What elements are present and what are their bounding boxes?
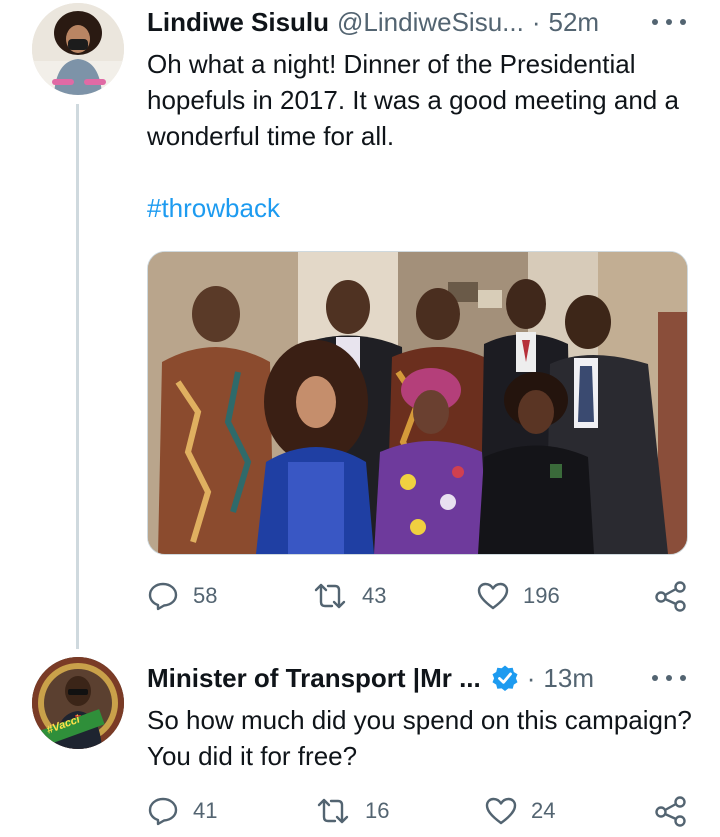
reply-icon xyxy=(148,582,178,611)
like-count: 24 xyxy=(531,798,556,823)
tweet-text: So how much did you spend on this campai… xyxy=(147,705,692,771)
hashtag-link[interactable]: #throwback xyxy=(147,193,280,224)
retweet-count: 16 xyxy=(365,798,390,823)
reply-count: 58 xyxy=(193,583,218,608)
tweet-timestamp[interactable]: 13m xyxy=(543,663,594,694)
tweet-text: Oh what a night! Dinner of the President… xyxy=(147,49,679,151)
share-button[interactable] xyxy=(654,580,688,612)
reply-count: 41 xyxy=(193,798,218,823)
heart-icon xyxy=(477,582,509,610)
profile-photo xyxy=(32,657,124,749)
profile-photo xyxy=(32,3,124,95)
tweet-timestamp[interactable]: 52m xyxy=(549,7,600,38)
reply-button[interactable]: 58 xyxy=(147,580,217,612)
separator-dot: · xyxy=(526,662,536,693)
like-button[interactable]: 196 xyxy=(477,580,560,612)
tweet-header: Minister of Transport |Mr ... · 13m xyxy=(147,660,594,696)
verified-badge-icon xyxy=(492,665,518,691)
tweet-1[interactable]: Lindiwe Sisulu @LindiweSisu... · 52m Oh … xyxy=(0,0,720,650)
retweet-button[interactable]: 43 xyxy=(312,580,386,612)
group-photo-image xyxy=(148,252,687,554)
tweet-actions: 58 43 196 xyxy=(147,580,692,614)
retweet-icon xyxy=(317,798,349,824)
heart-icon xyxy=(485,797,517,825)
more-options-icon[interactable] xyxy=(652,17,686,27)
tweet-photo[interactable] xyxy=(147,251,688,555)
retweet-icon xyxy=(314,583,346,609)
tweet-actions: 41 16 24 xyxy=(147,795,692,829)
author-display-name[interactable]: Lindiwe Sisulu xyxy=(147,7,329,38)
share-icon xyxy=(655,581,686,612)
avatar[interactable] xyxy=(32,3,124,95)
retweet-count: 43 xyxy=(362,583,387,608)
reply-icon xyxy=(148,797,178,826)
like-button[interactable]: 24 xyxy=(485,795,555,827)
more-options-icon[interactable] xyxy=(652,673,686,683)
tweet-2[interactable]: #Vacci Minister of Transport |Mr ... · 1… xyxy=(0,650,720,837)
author-handle[interactable]: @LindiweSisu... xyxy=(337,7,524,38)
reply-button[interactable]: 41 xyxy=(147,795,217,827)
retweet-button[interactable]: 16 xyxy=(315,795,389,827)
avatar[interactable]: #Vacci xyxy=(32,657,124,749)
like-count: 196 xyxy=(523,583,560,608)
share-button[interactable] xyxy=(654,795,688,827)
share-icon xyxy=(655,796,686,827)
thread-connector-line xyxy=(76,104,79,649)
tweet-header: Lindiwe Sisulu @LindiweSisu... · 52m xyxy=(147,4,599,40)
author-display-name[interactable]: Minister of Transport |Mr ... xyxy=(147,663,481,694)
separator-dot: · xyxy=(531,6,541,37)
